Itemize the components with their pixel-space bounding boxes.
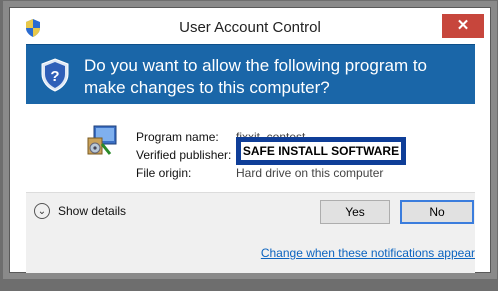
question-text: Do you want to allow the following progr… — [84, 56, 428, 97]
publisher-redaction-box: SAFE INSTALL SOFTWARE — [236, 137, 406, 165]
window-title: User Account Control — [179, 19, 321, 36]
svg-text:?: ? — [50, 68, 59, 85]
file-origin-value: Hard drive on this computer — [236, 166, 384, 180]
notifications-settings-link[interactable]: Change when these notifications appear — [261, 246, 475, 260]
publisher-label: Verified publisher: — [136, 148, 232, 162]
show-details-label: Show details — [58, 204, 127, 218]
title-bar: User Account Control ✕ — [10, 8, 490, 44]
uac-dialog: User Account Control ✕ ? Do you want to … — [9, 7, 491, 273]
program-installer-icon — [87, 125, 117, 155]
file-origin-label: File origin: — [136, 166, 192, 180]
program-name-label: Program name: — [136, 130, 219, 144]
close-icon: ✕ — [456, 17, 470, 34]
program-info: Program name: Verified publisher: File o… — [26, 104, 475, 192]
close-button[interactable]: ✕ — [442, 14, 484, 38]
no-button[interactable]: No — [400, 200, 474, 224]
shield-icon: ? — [41, 58, 69, 92]
yes-button[interactable]: Yes — [320, 200, 390, 224]
dialog-footer: ⌄ Show details Yes No Change when these … — [26, 192, 475, 273]
chevron-down-icon: ⌄ — [34, 203, 50, 219]
question-banner: ? Do you want to allow the following pro… — [26, 44, 475, 105]
info-labels: Program name: Verified publisher: File o… — [136, 128, 231, 182]
show-details-toggle[interactable]: ⌄ Show details — [34, 203, 126, 219]
publisher-redaction-label: SAFE INSTALL SOFTWARE — [241, 142, 401, 160]
